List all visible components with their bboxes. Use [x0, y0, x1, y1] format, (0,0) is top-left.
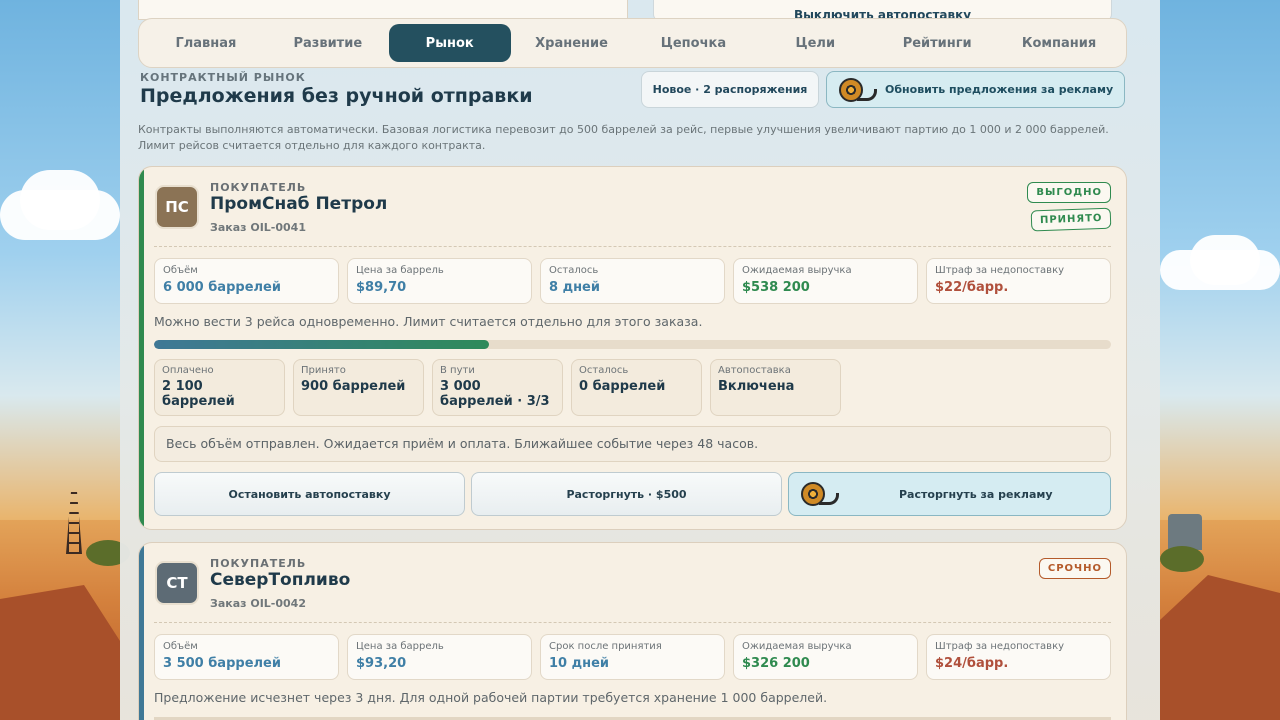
stat-price: Цена за баррель $89,70 — [347, 258, 532, 304]
terminate-paid-button[interactable]: Расторгнуть · $500 — [471, 472, 782, 516]
stat-revenue: Ожидаемая выручка $326 200 — [733, 634, 918, 680]
market-panel: Выключить автопоставку Главная Развитие … — [120, 0, 1160, 720]
tab-company[interactable]: Компания — [998, 24, 1120, 62]
card-divider — [154, 622, 1111, 623]
order-number: Заказ OIL-0042 — [210, 597, 306, 610]
tab-development[interactable]: Развитие — [267, 24, 389, 62]
order-number: Заказ OIL-0041 — [210, 221, 306, 234]
new-orders-button[interactable]: Новое · 2 распоряжения — [641, 71, 819, 108]
stat-deadline: Срок после принятия 10 дней — [540, 634, 725, 680]
company-name: ПромСнаб Петрол — [210, 194, 388, 214]
badge-urgent: СРОЧНО — [1038, 558, 1111, 579]
tab-goals[interactable]: Цели — [754, 24, 876, 62]
contract-stats: Объём 6 000 баррелей Цена за баррель $89,7… — [154, 258, 1111, 304]
avatar: СТ — [155, 561, 199, 605]
badge-accepted: ПРИНЯТО — [1030, 207, 1112, 232]
buyer-role: ПОКУПАТЕЛЬ — [210, 181, 307, 194]
tab-storage[interactable]: Хранение — [511, 24, 633, 62]
shrub-icon — [1160, 546, 1204, 572]
stat-remaining: Осталось 8 дней — [540, 258, 725, 304]
stat-accepted: Принято 900 баррелей — [293, 359, 424, 416]
tab-chain[interactable]: Цепочка — [633, 24, 755, 62]
card-divider — [154, 246, 1111, 247]
status-box: Весь объём отправлен. Ожидается приём и … — [154, 426, 1111, 462]
stat-left: Осталось 0 баррелей — [571, 359, 702, 416]
terminate-ad-label: Расторгнуть за рекламу — [899, 487, 1053, 501]
tab-ratings[interactable]: Рейтинги — [876, 24, 998, 62]
stat-penalty: Штраф за недопоставку $24/барр. — [926, 634, 1111, 680]
page-title: Предложения без ручной отправки — [140, 85, 533, 107]
market-note: Контракты выполняются автоматически. Баз… — [138, 123, 1109, 152]
top-strip-left — [138, 0, 628, 20]
contract-stats: Объём 3 500 баррелей Цена за баррель $93,2… — [154, 634, 1111, 680]
tab-market[interactable]: Рынок — [388, 24, 511, 62]
stat-volume: Объём 3 500 баррелей — [154, 634, 339, 680]
badge-profitable: ВЫГОДНО — [1027, 182, 1111, 203]
terminate-ad-button[interactable]: Расторгнуть за рекламу — [788, 472, 1111, 516]
stat-autoship: Автопоставка Включена — [710, 359, 841, 416]
card-accent-blue — [139, 543, 144, 720]
delivery-progress-bar — [154, 340, 1111, 349]
section-eyebrow: КОНТРАКТНЫЙ РЫНОК — [140, 71, 306, 84]
main-nav: Главная Развитие Рынок Хранение Цепочка … — [138, 18, 1127, 68]
stat-in-transit: В пути 3 000 баррелей · 3/3 — [432, 359, 563, 416]
refresh-offers-ad-button[interactable]: Обновить предложения за рекламу — [826, 71, 1125, 108]
oil-tank-icon — [1168, 514, 1202, 550]
offer-expiry-text: Предложение исчезнет через 3 дня. Для од… — [154, 690, 828, 705]
stat-revenue: Ожидаемая выручка $538 200 — [733, 258, 918, 304]
stat-penalty: Штраф за недопоставку $22/барр. — [926, 258, 1111, 304]
progress-stats: Оплачено 2 100 баррелей Принято 900 баррел… — [154, 359, 841, 416]
background-cloud — [20, 170, 100, 230]
background-cloud — [1190, 235, 1260, 285]
contract-actions: Остановить автопоставку Расторгнуть · $5… — [154, 472, 1111, 516]
avatar: ПС — [155, 185, 199, 229]
stat-volume: Объём 6 000 баррелей — [154, 258, 339, 304]
refresh-offers-label: Обновить предложения за рекламу — [885, 83, 1114, 96]
oil-derrick-icon — [66, 484, 82, 554]
film-reel-icon — [801, 481, 839, 507]
stat-paid: Оплачено 2 100 баррелей — [154, 359, 285, 416]
trips-text: Можно вести 3 рейса одновременно. Лимит … — [154, 314, 703, 329]
stat-price: Цена за баррель $93,20 — [347, 634, 532, 680]
company-name: СеверТопливо — [210, 570, 351, 590]
buyer-role: ПОКУПАТЕЛЬ — [210, 557, 307, 570]
delivery-progress-fill — [154, 340, 489, 349]
contract-card: ПС ПОКУПАТЕЛЬ ПромСнаб Петрол Заказ OIL-… — [138, 166, 1127, 530]
film-reel-icon — [839, 77, 877, 103]
contract-card: СТ ПОКУПАТЕЛЬ СеверТопливо Заказ OIL-004… — [138, 542, 1127, 720]
card-accent-green — [139, 167, 144, 529]
tab-home[interactable]: Главная — [145, 24, 267, 62]
stop-autoship-button[interactable]: Остановить автопоставку — [154, 472, 465, 516]
